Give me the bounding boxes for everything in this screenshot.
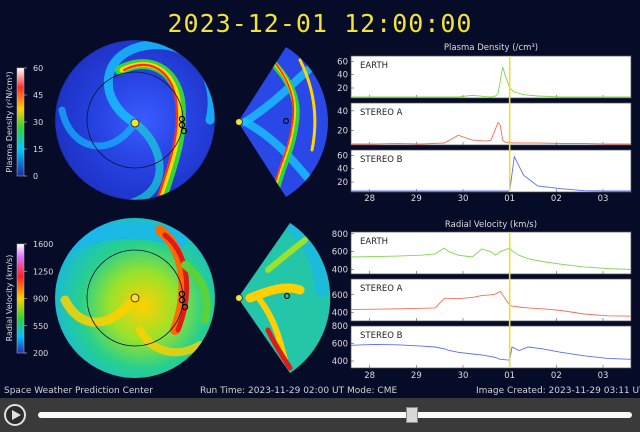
panel-series-label: STEREO B [360, 331, 403, 341]
sun-marker-velocity [130, 293, 140, 303]
colorbar-tick-label: 550 [33, 322, 48, 331]
x-tick-label: 29 [411, 194, 422, 204]
y-tick-label: 20 [337, 84, 348, 94]
sun-marker [130, 118, 140, 128]
velocity-colorbar-label: Radial Velocity (km/s) [5, 255, 14, 342]
chart-panel-frame [350, 231, 632, 275]
footer-mode: Mode: CME [347, 386, 398, 396]
x-tick-label: 02 [551, 194, 562, 204]
y-tick-label: 400 [332, 266, 348, 276]
velocity-colorbar: Radial Velocity (km/s) 1600 1250 900 550 200 [5, 240, 53, 358]
chart-title: Radial Velocity (km/s) [445, 220, 537, 230]
plasma-density-chart: Plasma Density (/cm³) 60 40 20 EARTH 40 20 STER… [337, 43, 632, 204]
x-tick-label: 28 [364, 194, 375, 204]
y-tick-label: 800 [332, 230, 348, 240]
y-tick-label: 60 [337, 151, 348, 161]
x-tick-label: 03 [598, 371, 609, 381]
chart-title: Plasma Density (/cm³) [444, 43, 538, 53]
y-tick-label: 600 [332, 248, 348, 258]
y-tick-label: 400 [332, 357, 348, 367]
y-tick-label: 400 [332, 308, 348, 318]
colorbar-tick-label: 15 [33, 145, 43, 154]
y-tick-label: 20 [337, 178, 348, 188]
footer-run-time: Run Time: 2023-11-29 02:00 UT [200, 386, 345, 396]
colorbar-tick-label: 0 [33, 172, 38, 181]
colorbar-tick-label: 60 [33, 64, 43, 73]
density-ecliptic-disc [54, 39, 216, 201]
velocity-meridional-wedge [235, 223, 331, 373]
x-tick-label: 03 [598, 194, 609, 204]
timeline-track[interactable] [38, 412, 632, 418]
colorbar-tick-label: 45 [33, 91, 43, 100]
velocity-ecliptic-disc [55, 218, 215, 378]
radial-velocity-chart: Radial Velocity (km/s) 800 600 400 EARTH 600 4… [332, 220, 632, 381]
y-tick-label: 800 [332, 322, 348, 332]
x-tick-label: 01 [504, 371, 515, 381]
y-tick-label: 600 [332, 340, 348, 350]
y-tick-label: 20 [337, 126, 348, 136]
colorbar-tick-label: 30 [33, 118, 43, 127]
chart-panel-frame [350, 55, 632, 99]
density-meridional-wedge [235, 47, 328, 197]
play-icon [12, 410, 21, 420]
y-tick-label: 600 [332, 291, 348, 301]
panel-series-label: EARTH [360, 237, 388, 247]
panel-series-label: EARTH [360, 61, 388, 71]
colorbar-tick-label: 1600 [33, 240, 53, 249]
play-button[interactable] [4, 404, 26, 426]
y-tick-label: 40 [337, 165, 348, 175]
simulation-timestamp: 2023-12-01 12:00:00 [168, 9, 473, 38]
x-tick-label: 02 [551, 371, 562, 381]
colorbar-tick-label: 1250 [33, 267, 53, 276]
colorbar-tick-label: 900 [33, 295, 48, 304]
density-colorbar: Plasma Density (r²N/cm³) 60 45 30 15 0 [5, 64, 43, 181]
y-tick-label: 60 [337, 57, 348, 67]
x-tick-label: 01 [504, 194, 515, 204]
y-tick-label: 40 [337, 71, 348, 81]
footer-org: Space Weather Prediction Center [4, 386, 153, 396]
footer-image-created: Image Created: 2023-11-29 03:11 UT [476, 386, 640, 396]
enlil-visualization: 2023-12-01 12:00:00 Plasma Density (r²N/… [5, 9, 632, 381]
x-tick-label: 28 [364, 371, 375, 381]
x-tick-label: 29 [411, 371, 422, 381]
density-colorbar-label: Plasma Density (r²N/cm³) [5, 71, 14, 172]
panel-series-label: STEREO B [360, 155, 403, 165]
y-tick-label: 40 [337, 107, 348, 117]
panel-series-label: STEREO A [360, 284, 403, 294]
colorbar-tick-label: 200 [33, 349, 48, 358]
panel-series-label: STEREO A [360, 108, 403, 118]
x-tick-label: 30 [458, 371, 469, 381]
timeline-slider-thumb[interactable] [406, 407, 419, 423]
x-tick-label: 30 [458, 194, 469, 204]
